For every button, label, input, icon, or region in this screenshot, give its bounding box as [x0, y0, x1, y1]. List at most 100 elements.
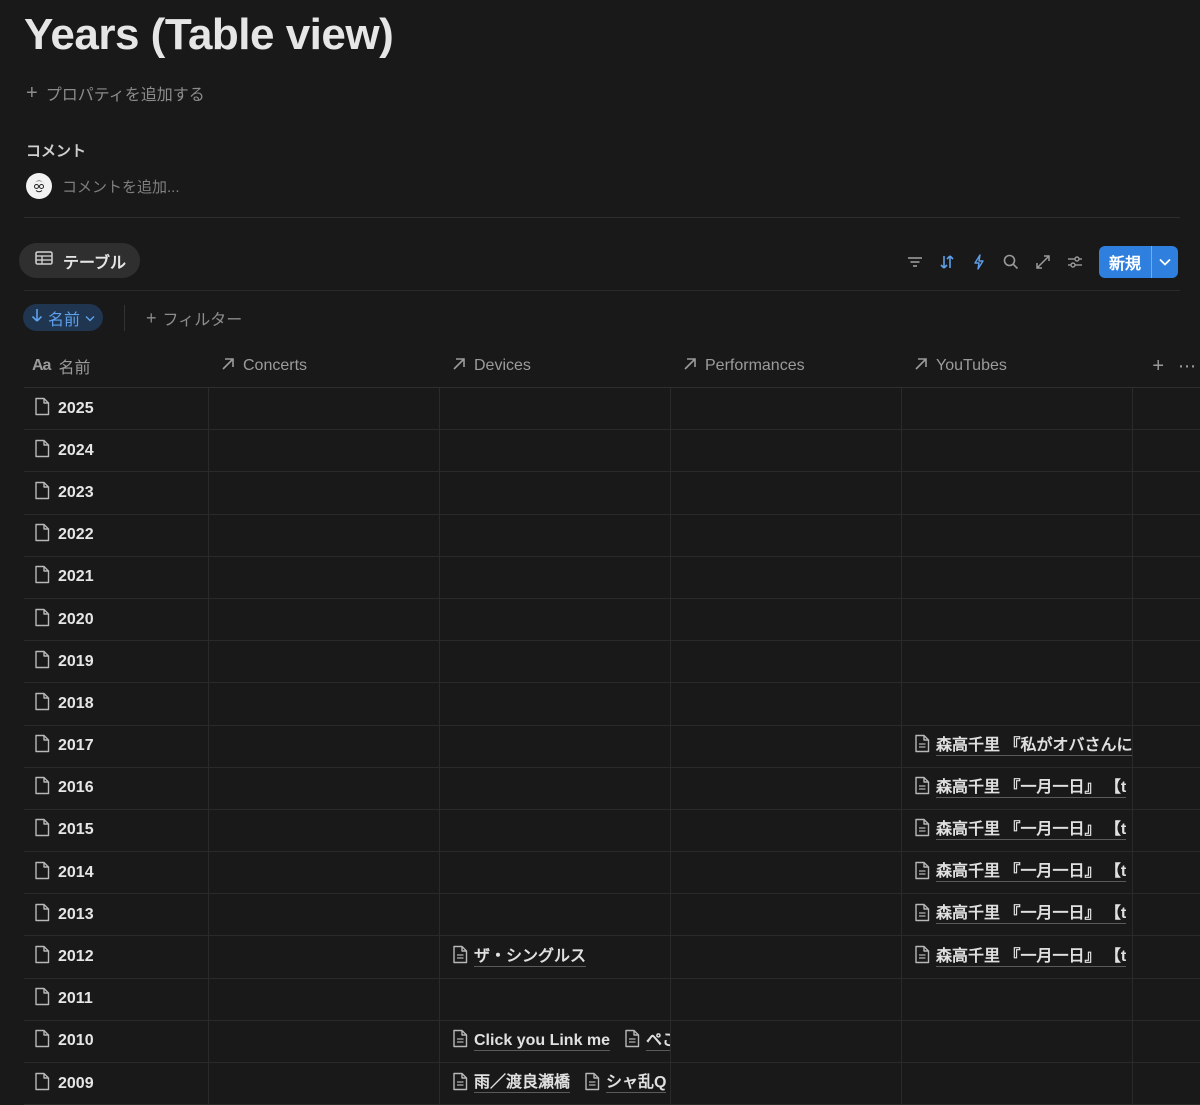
- devices-cell[interactable]: [440, 388, 671, 430]
- performances-cell[interactable]: [671, 725, 902, 767]
- row-name-cell[interactable]: 2024: [24, 430, 209, 472]
- performances-cell[interactable]: [671, 978, 902, 1020]
- row-name-cell[interactable]: 2022: [24, 514, 209, 556]
- youtubes-cell[interactable]: [902, 472, 1133, 514]
- row-name-cell[interactable]: 2015: [24, 809, 209, 852]
- relation-link[interactable]: 森高千里 『一月一日』 【t: [914, 861, 1127, 885]
- settings-icon[interactable]: [1059, 246, 1091, 278]
- row-name-cell[interactable]: 2023: [24, 472, 209, 514]
- automation-icon[interactable]: [963, 246, 995, 278]
- relation-link[interactable]: ザ・シングルス: [452, 945, 587, 969]
- devices-cell[interactable]: [440, 556, 671, 598]
- devices-cell[interactable]: [440, 852, 671, 894]
- relation-link[interactable]: 森高千里 『一月一日』 【t: [914, 903, 1127, 927]
- expand-icon[interactable]: [1027, 246, 1059, 278]
- filter-icon[interactable]: [899, 246, 931, 278]
- youtubes-cell[interactable]: [902, 683, 1133, 725]
- row-name-cell[interactable]: 2020: [24, 598, 209, 641]
- youtubes-cell[interactable]: 森高千里 『一月一日』 【t: [902, 852, 1133, 894]
- performances-cell[interactable]: [671, 894, 902, 936]
- devices-cell[interactable]: ザ・シングルス: [440, 936, 671, 978]
- concerts-cell[interactable]: [209, 388, 440, 430]
- concerts-cell[interactable]: [209, 683, 440, 725]
- relation-link[interactable]: 雨／渡良瀬橋: [452, 1072, 571, 1096]
- concerts-cell[interactable]: [209, 936, 440, 978]
- devices-cell[interactable]: [440, 683, 671, 725]
- relation-link[interactable]: ペこ: [624, 1029, 670, 1053]
- relation-link[interactable]: 森高千里 『私がオバさんに: [914, 734, 1132, 758]
- concerts-cell[interactable]: [209, 514, 440, 556]
- youtubes-cell[interactable]: [902, 978, 1133, 1020]
- devices-cell[interactable]: 雨／渡良瀬橋 シャ乱Q: [440, 1063, 671, 1105]
- row-name-cell[interactable]: 2009: [24, 1063, 209, 1105]
- row-name-cell[interactable]: 2013: [24, 894, 209, 936]
- youtubes-cell[interactable]: 森高千里 『私がオバさんに: [902, 725, 1133, 767]
- youtubes-cell[interactable]: [902, 598, 1133, 641]
- performances-cell[interactable]: [671, 809, 902, 852]
- concerts-cell[interactable]: [209, 725, 440, 767]
- concerts-cell[interactable]: [209, 472, 440, 514]
- new-dropdown-button[interactable]: [1151, 246, 1178, 278]
- performances-cell[interactable]: [671, 767, 902, 809]
- concerts-cell[interactable]: [209, 1063, 440, 1105]
- youtubes-cell[interactable]: [902, 388, 1133, 430]
- youtubes-cell[interactable]: [902, 1020, 1133, 1062]
- devices-cell[interactable]: [440, 430, 671, 472]
- performances-cell[interactable]: [671, 430, 902, 472]
- column-header-youtubes[interactable]: YouTubes: [902, 345, 1133, 387]
- column-header-name[interactable]: Aa 名前: [24, 345, 209, 387]
- row-name-cell[interactable]: 2012: [24, 936, 209, 978]
- concerts-cell[interactable]: [209, 641, 440, 683]
- devices-cell[interactable]: [440, 978, 671, 1020]
- row-name-cell[interactable]: 2025: [24, 388, 209, 430]
- row-name-cell[interactable]: 2016: [24, 767, 209, 809]
- column-header-performances[interactable]: Performances: [671, 345, 902, 387]
- concerts-cell[interactable]: [209, 598, 440, 641]
- devices-cell[interactable]: [440, 894, 671, 936]
- youtubes-cell[interactable]: 森高千里 『一月一日』 【t: [902, 936, 1133, 978]
- relation-link[interactable]: Click you Link me: [452, 1029, 611, 1053]
- concerts-cell[interactable]: [209, 852, 440, 894]
- sort-icon[interactable]: [931, 246, 963, 278]
- row-name-cell[interactable]: 2019: [24, 641, 209, 683]
- add-property-button[interactable]: + プロパティを追加する: [26, 82, 205, 105]
- youtubes-cell[interactable]: 森高千里 『一月一日』 【t: [902, 809, 1133, 852]
- add-column-icon[interactable]: +: [1152, 355, 1164, 378]
- performances-cell[interactable]: [671, 1063, 902, 1105]
- youtubes-cell[interactable]: 森高千里 『一月一日』 【t: [902, 894, 1133, 936]
- row-name-cell[interactable]: 2017: [24, 725, 209, 767]
- row-name-cell[interactable]: 2018: [24, 683, 209, 725]
- relation-link[interactable]: シャ乱Q: [584, 1072, 667, 1096]
- comment-input[interactable]: コメントを追加...: [62, 176, 180, 197]
- search-icon[interactable]: [995, 246, 1027, 278]
- more-options-icon[interactable]: ⋯: [1178, 356, 1196, 377]
- performances-cell[interactable]: [671, 683, 902, 725]
- concerts-cell[interactable]: [209, 556, 440, 598]
- new-button[interactable]: 新規: [1099, 246, 1151, 278]
- performances-cell[interactable]: [671, 514, 902, 556]
- sort-chip[interactable]: 名前: [23, 304, 104, 331]
- tab-table-view[interactable]: テーブル: [19, 243, 141, 278]
- concerts-cell[interactable]: [209, 1020, 440, 1062]
- column-header-devices[interactable]: Devices: [440, 345, 671, 387]
- row-name-cell[interactable]: 2011: [24, 978, 209, 1020]
- relation-link[interactable]: 森高千里 『一月一日』 【t: [914, 776, 1127, 800]
- performances-cell[interactable]: [671, 472, 902, 514]
- relation-link[interactable]: 森高千里 『一月一日』 【t: [914, 818, 1127, 842]
- concerts-cell[interactable]: [209, 767, 440, 809]
- devices-cell[interactable]: [440, 514, 671, 556]
- concerts-cell[interactable]: [209, 430, 440, 472]
- performances-cell[interactable]: [671, 936, 902, 978]
- youtubes-cell[interactable]: [902, 430, 1133, 472]
- youtubes-cell[interactable]: [902, 556, 1133, 598]
- devices-cell[interactable]: [440, 809, 671, 852]
- performances-cell[interactable]: [671, 598, 902, 641]
- performances-cell[interactable]: [671, 641, 902, 683]
- concerts-cell[interactable]: [209, 978, 440, 1020]
- performances-cell[interactable]: [671, 556, 902, 598]
- youtubes-cell[interactable]: 森高千里 『一月一日』 【t: [902, 767, 1133, 809]
- relation-link[interactable]: 森高千里 『一月一日』 【t: [914, 945, 1127, 969]
- add-filter-button[interactable]: + フィルター: [146, 305, 242, 331]
- devices-cell[interactable]: [440, 641, 671, 683]
- performances-cell[interactable]: [671, 1020, 902, 1062]
